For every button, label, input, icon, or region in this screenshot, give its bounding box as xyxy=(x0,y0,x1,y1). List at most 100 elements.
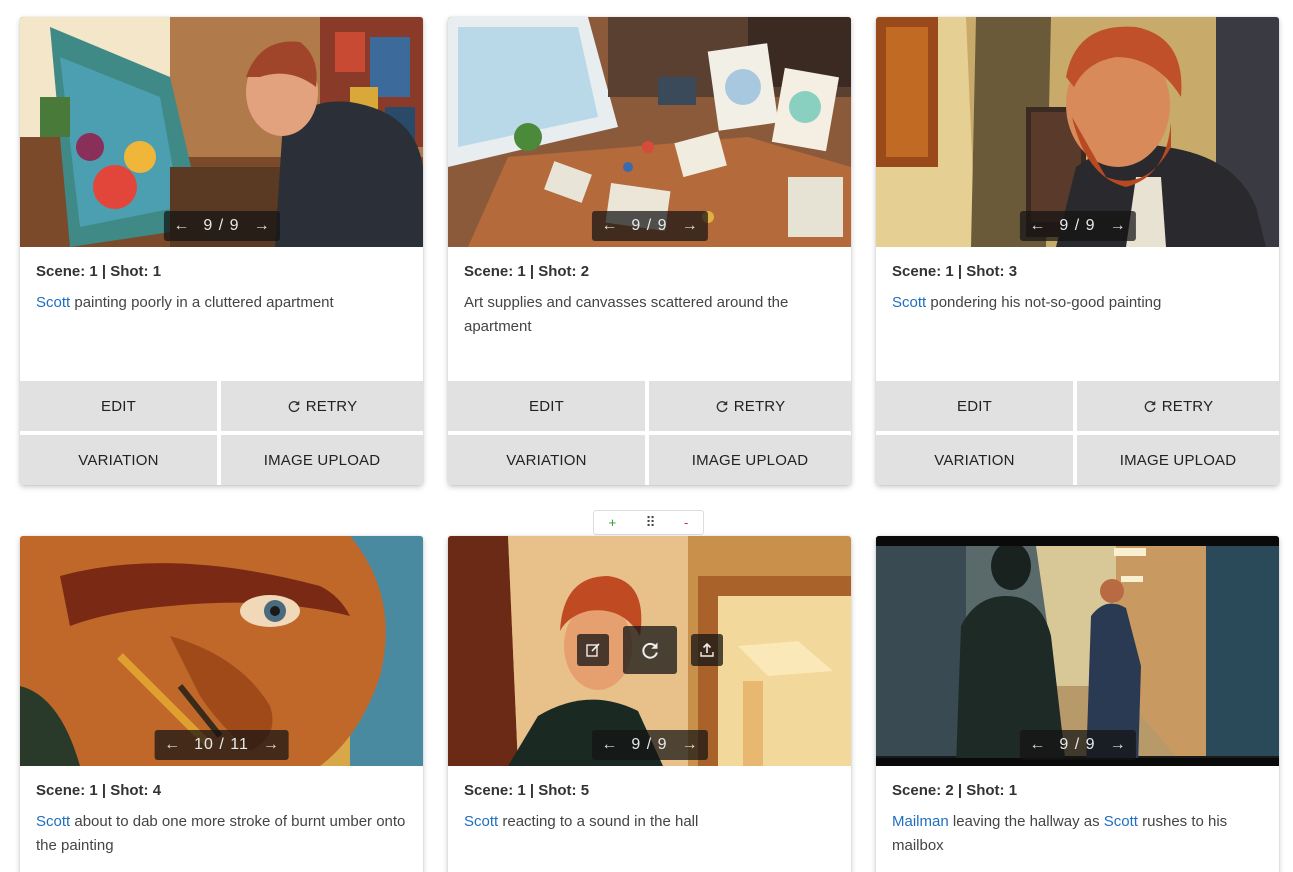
retry-button[interactable]: RETRY xyxy=(649,381,851,431)
shot-title: Scene: 1 | Shot: 2 xyxy=(464,263,590,280)
edit-button[interactable]: EDIT xyxy=(20,381,217,431)
arrow-right-icon[interactable]: → xyxy=(682,736,698,754)
image-upload-button[interactable]: IMAGE UPLOAD xyxy=(649,435,851,485)
arrow-left-icon[interactable]: ← xyxy=(601,217,617,235)
pager-count: 10 / 11 xyxy=(194,736,249,753)
arrow-left-icon[interactable]: ← xyxy=(1029,736,1045,754)
shot-image[interactable]: ← 9 / 9 → xyxy=(876,17,1279,247)
add-row-button[interactable]: + xyxy=(609,515,617,530)
shot-info: Scene: 1 | Shot: 1 Scott painting poorly… xyxy=(20,247,423,381)
shot-title: Scene: 1 | Shot: 3 xyxy=(892,263,1018,280)
shot-info: Scene: 1 | Shot: 2 Art supplies and canv… xyxy=(448,247,851,381)
shot-title: Scene: 1 | Shot: 4 xyxy=(36,782,162,799)
arrow-right-icon[interactable]: → xyxy=(682,217,698,235)
arrow-left-icon[interactable]: ← xyxy=(601,736,617,754)
description-text: about to dab one more stroke of burnt um… xyxy=(36,813,406,854)
edit-button[interactable]: EDIT xyxy=(876,381,1073,431)
description-text: pondering his not-so-good painting xyxy=(926,294,1162,311)
image-pager: ← 10 / 11 → xyxy=(154,730,289,760)
refresh-icon xyxy=(716,400,728,413)
shot-image[interactable]: ← 10 / 11 → xyxy=(20,536,423,766)
variation-button[interactable]: VARIATION xyxy=(876,435,1073,485)
shot-card: ← 9 / 9 → Scene: 2 | Shot: 1 Mailman lea… xyxy=(876,536,1279,872)
retry-button[interactable]: RETRY xyxy=(221,381,423,431)
retry-button[interactable]: RETRY xyxy=(1077,381,1279,431)
image-upload-button[interactable]: IMAGE UPLOAD xyxy=(221,435,423,485)
edit-button[interactable]: EDIT xyxy=(448,381,645,431)
arrow-left-icon[interactable]: ← xyxy=(173,217,189,235)
edit-label: EDIT xyxy=(529,397,564,415)
character-link[interactable]: Scott xyxy=(36,813,70,830)
variation-button[interactable]: VARIATION xyxy=(448,435,645,485)
image-upload-label: IMAGE UPLOAD xyxy=(263,451,381,469)
arrow-right-icon[interactable]: → xyxy=(263,736,279,754)
image-pager: ← 9 / 9 → xyxy=(591,730,708,760)
shot-card: ← 10 / 11 → Scene: 1 | Shot: 4 Scott abo… xyxy=(20,536,423,872)
arrow-left-icon[interactable]: ← xyxy=(164,736,180,754)
row-toolbar: + ⠿ - xyxy=(593,510,704,535)
shot-card: ← 9 / 9 → Scene: 1 | Shot: 5 Scott react… xyxy=(448,536,851,872)
shot-info: Scene: 1 | Shot: 4 Scott about to dab on… xyxy=(20,766,423,872)
shot-info: Scene: 1 | Shot: 3 Scott pondering his n… xyxy=(876,247,1279,381)
variation-label: VARIATION xyxy=(78,451,159,469)
retry-label: RETRY xyxy=(1161,397,1214,415)
refresh-icon xyxy=(641,642,658,659)
arrow-left-icon[interactable]: ← xyxy=(1029,217,1045,235)
character-link[interactable]: Scott xyxy=(1104,813,1138,830)
shot-image[interactable]: ← 9 / 9 → xyxy=(448,17,851,247)
shot-description: Scott reacting to a sound in the hall xyxy=(464,810,835,834)
retry-label: RETRY xyxy=(733,397,786,415)
image-pager: ← 9 / 9 → xyxy=(1019,730,1136,760)
shot-title: Scene: 1 | Shot: 1 xyxy=(36,263,162,280)
refresh-icon xyxy=(1144,400,1156,413)
shot-image[interactable]: ← 9 / 9 → xyxy=(20,17,423,247)
shot-description: Scott pondering his not-so-good painting xyxy=(892,291,1263,315)
shot-actions: EDIT RETRY VARIATION IMAGE UPLOAD xyxy=(448,381,851,485)
character-link[interactable]: Scott xyxy=(892,294,926,311)
shot-title: Scene: 1 | Shot: 5 xyxy=(464,782,590,799)
edit-image-button[interactable] xyxy=(576,634,609,666)
shot-image[interactable]: ← 9 / 9 → xyxy=(448,536,851,766)
shot-card: ← 9 / 9 → Scene: 1 | Shot: 2 Art supplie… xyxy=(448,17,851,485)
arrow-right-icon[interactable]: → xyxy=(1110,217,1126,235)
shot-actions: EDIT RETRY VARIATION IMAGE UPLOAD xyxy=(876,381,1279,485)
shot-info: Scene: 1 | Shot: 5 Scott reacting to a s… xyxy=(448,766,851,872)
upload-image-button[interactable] xyxy=(690,634,723,666)
pager-count: 9 / 9 xyxy=(631,217,668,234)
shot-description: Scott painting poorly in a cluttered apa… xyxy=(36,291,407,315)
shot-description: Scott about to dab one more stroke of bu… xyxy=(36,810,407,858)
shot-description: Mailman leaving the hallway as Scott rus… xyxy=(892,810,1263,858)
shot-card: ← 9 / 9 → Scene: 1 | Shot: 1 Scott paint… xyxy=(20,17,423,485)
image-pager: ← 9 / 9 → xyxy=(591,211,708,241)
image-pager: ← 9 / 9 → xyxy=(163,211,280,241)
pager-count: 9 / 9 xyxy=(1059,217,1096,234)
description-text: reacting to a sound in the hall xyxy=(498,813,699,830)
character-link[interactable]: Scott xyxy=(464,813,498,830)
retry-image-button[interactable] xyxy=(622,626,677,674)
remove-row-button[interactable]: - xyxy=(684,515,688,530)
shot-card: ← 9 / 9 → Scene: 1 | Shot: 3 Scott ponde… xyxy=(876,17,1279,485)
shot-title: Scene: 2 | Shot: 1 xyxy=(892,782,1018,799)
description-text: leaving the hallway as xyxy=(948,813,1104,830)
variation-label: VARIATION xyxy=(934,451,1015,469)
image-upload-button[interactable]: IMAGE UPLOAD xyxy=(1077,435,1279,485)
shot-description: Art supplies and canvasses scattered aro… xyxy=(464,294,789,335)
shot-info: Scene: 2 | Shot: 1 Mailman leaving the h… xyxy=(876,766,1279,872)
drag-handle-icon[interactable]: ⠿ xyxy=(645,514,655,531)
pager-count: 9 / 9 xyxy=(1059,736,1096,753)
character-link[interactable]: Mailman xyxy=(892,813,949,830)
edit-icon xyxy=(585,643,600,657)
image-upload-label: IMAGE UPLOAD xyxy=(1119,451,1237,469)
variation-button[interactable]: VARIATION xyxy=(20,435,217,485)
edit-label: EDIT xyxy=(101,397,136,415)
shot-image[interactable]: ← 9 / 9 → xyxy=(876,536,1279,766)
edit-label: EDIT xyxy=(957,397,992,415)
refresh-icon xyxy=(288,400,300,413)
pager-count: 9 / 9 xyxy=(203,217,240,234)
shot-actions: EDIT RETRY VARIATION IMAGE UPLOAD xyxy=(20,381,423,485)
arrow-right-icon[interactable]: → xyxy=(1110,736,1126,754)
character-link[interactable]: Scott xyxy=(36,294,70,311)
variation-label: VARIATION xyxy=(506,451,587,469)
image-pager: ← 9 / 9 → xyxy=(1019,211,1136,241)
arrow-right-icon[interactable]: → xyxy=(254,217,270,235)
